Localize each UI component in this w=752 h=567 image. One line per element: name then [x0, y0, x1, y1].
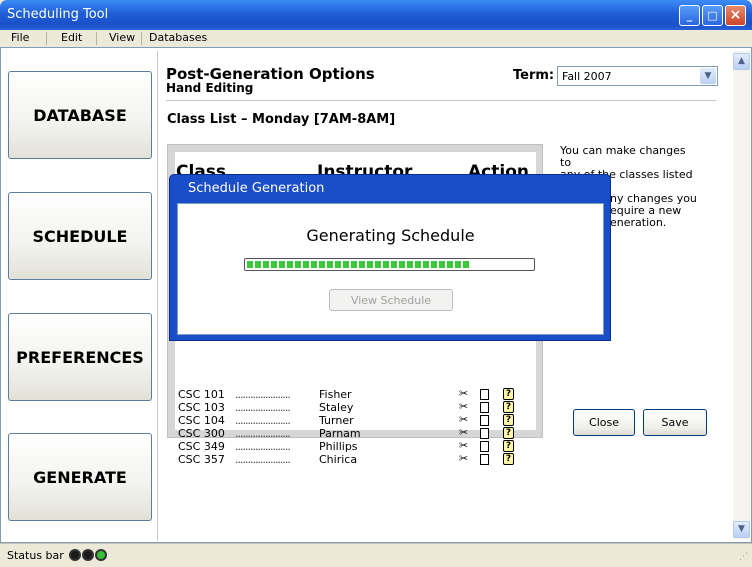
class-list-title: Class List – Monday [7AM-8AM]	[167, 112, 396, 127]
dialog-body: Generating Schedule View Schedule	[177, 203, 604, 335]
instructor-name: Staley	[319, 401, 354, 414]
term-label: Term:	[513, 68, 555, 83]
database-button[interactable]: DATABASE	[8, 71, 152, 159]
instructor-name: Turner	[319, 414, 354, 427]
help-icon[interactable]: ?	[503, 427, 514, 439]
table-row: CSC 101 ...................... Fisher ✂ …	[175, 388, 536, 401]
document-icon[interactable]	[480, 428, 489, 439]
document-icon[interactable]	[480, 389, 489, 400]
page-subtitle: Hand Editing	[166, 81, 254, 95]
resize-grip-icon[interactable]: ⋰	[739, 552, 748, 562]
menu-file[interactable]: File	[11, 31, 29, 44]
dialog-title: Schedule Generation	[188, 181, 325, 196]
scissors-icon[interactable]: ✂	[459, 453, 468, 465]
table-row: CSC 103 ...................... Staley ✂ …	[175, 401, 536, 414]
scissors-icon[interactable]: ✂	[459, 401, 468, 413]
class-code: CSC 103	[178, 401, 225, 414]
scroll-up-icon[interactable]: ▲	[733, 53, 750, 70]
chevron-down-icon[interactable]: ▼	[700, 68, 716, 84]
schedule-button[interactable]: SCHEDULE	[8, 192, 152, 280]
help-icon[interactable]: ?	[503, 414, 514, 426]
divider	[166, 100, 716, 101]
class-code: CSC 349	[178, 440, 225, 453]
row-leader: ......................	[235, 388, 291, 401]
menu-separator	[96, 32, 97, 45]
instructor-name: Phillips	[319, 440, 358, 453]
help-icon[interactable]: ?	[503, 453, 514, 465]
preferences-button[interactable]: PREFERENCES	[8, 313, 152, 401]
scissors-icon[interactable]: ✂	[459, 440, 468, 452]
row-leader: ......................	[235, 427, 291, 440]
table-row: CSC 104 ...................... Turner ✂ …	[175, 414, 536, 427]
schedule-generation-dialog: Schedule Generation Generating Schedule …	[169, 174, 611, 341]
title-bar: Scheduling Tool _ □ ×	[0, 0, 752, 30]
document-icon[interactable]	[480, 454, 489, 465]
progress-fill	[247, 261, 470, 268]
status-light-icon	[95, 549, 107, 561]
row-leader: ......................	[235, 453, 291, 466]
document-icon[interactable]	[480, 415, 489, 426]
class-code: CSC 104	[178, 414, 225, 427]
term-select[interactable]: Fall 2007 ▼	[557, 66, 718, 86]
sidebar: DATABASE SCHEDULE PREFERENCES GENERATE	[4, 51, 156, 537]
menu-databases[interactable]: Databases	[149, 31, 207, 44]
table-row: CSC 349 ...................... Phillips …	[175, 440, 536, 453]
scissors-icon[interactable]: ✂	[459, 427, 468, 439]
window-title: Scheduling Tool	[7, 7, 109, 22]
view-schedule-button: View Schedule	[329, 289, 453, 311]
table-row: CSC 300 ...................... Parnam ✂ …	[175, 427, 536, 440]
instructor-name: Chirica	[319, 453, 358, 466]
menu-view[interactable]: View	[109, 31, 135, 44]
save-button[interactable]: Save	[643, 409, 707, 436]
class-code: CSC 300	[178, 427, 225, 440]
scrollbar[interactable]: ▲ ▼	[733, 51, 750, 539]
menu-edit[interactable]: Edit	[61, 31, 82, 44]
generating-message: Generating Schedule	[306, 226, 475, 245]
class-code: CSC 101	[178, 388, 225, 401]
menu-separator	[141, 32, 142, 45]
class-code: CSC 357	[178, 453, 225, 466]
table-row: CSC 357 ...................... Chirica ✂…	[175, 453, 536, 466]
instructor-name: Fisher	[319, 388, 352, 401]
status-light-icon	[82, 549, 94, 561]
status-text: Status bar	[7, 549, 64, 562]
row-leader: ......................	[235, 440, 291, 453]
scroll-down-icon[interactable]: ▼	[733, 521, 750, 538]
document-icon[interactable]	[480, 441, 489, 452]
maximize-icon[interactable]: □	[702, 5, 723, 26]
menu-separator	[46, 32, 47, 45]
row-leader: ......................	[235, 414, 291, 427]
status-bar: Status bar ⋰	[0, 543, 752, 567]
help-text-line: You can make changes to	[560, 144, 686, 169]
scissors-icon[interactable]: ✂	[459, 414, 468, 426]
close-icon[interactable]: ×	[725, 5, 746, 26]
minimize-icon[interactable]: _	[679, 5, 700, 26]
help-icon[interactable]: ?	[503, 401, 514, 413]
scissors-icon[interactable]: ✂	[459, 388, 468, 400]
row-leader: ......................	[235, 401, 291, 414]
help-icon[interactable]: ?	[503, 388, 514, 400]
help-icon[interactable]: ?	[503, 440, 514, 452]
status-light-icon	[69, 549, 81, 561]
term-value: Fall 2007	[562, 70, 612, 83]
progress-bar	[244, 258, 535, 271]
menu-bar: File Edit View Databases	[0, 30, 752, 47]
close-button[interactable]: Close	[573, 409, 635, 436]
generate-button[interactable]: GENERATE	[8, 433, 152, 521]
document-icon[interactable]	[480, 402, 489, 413]
instructor-name: Parnam	[319, 427, 361, 440]
